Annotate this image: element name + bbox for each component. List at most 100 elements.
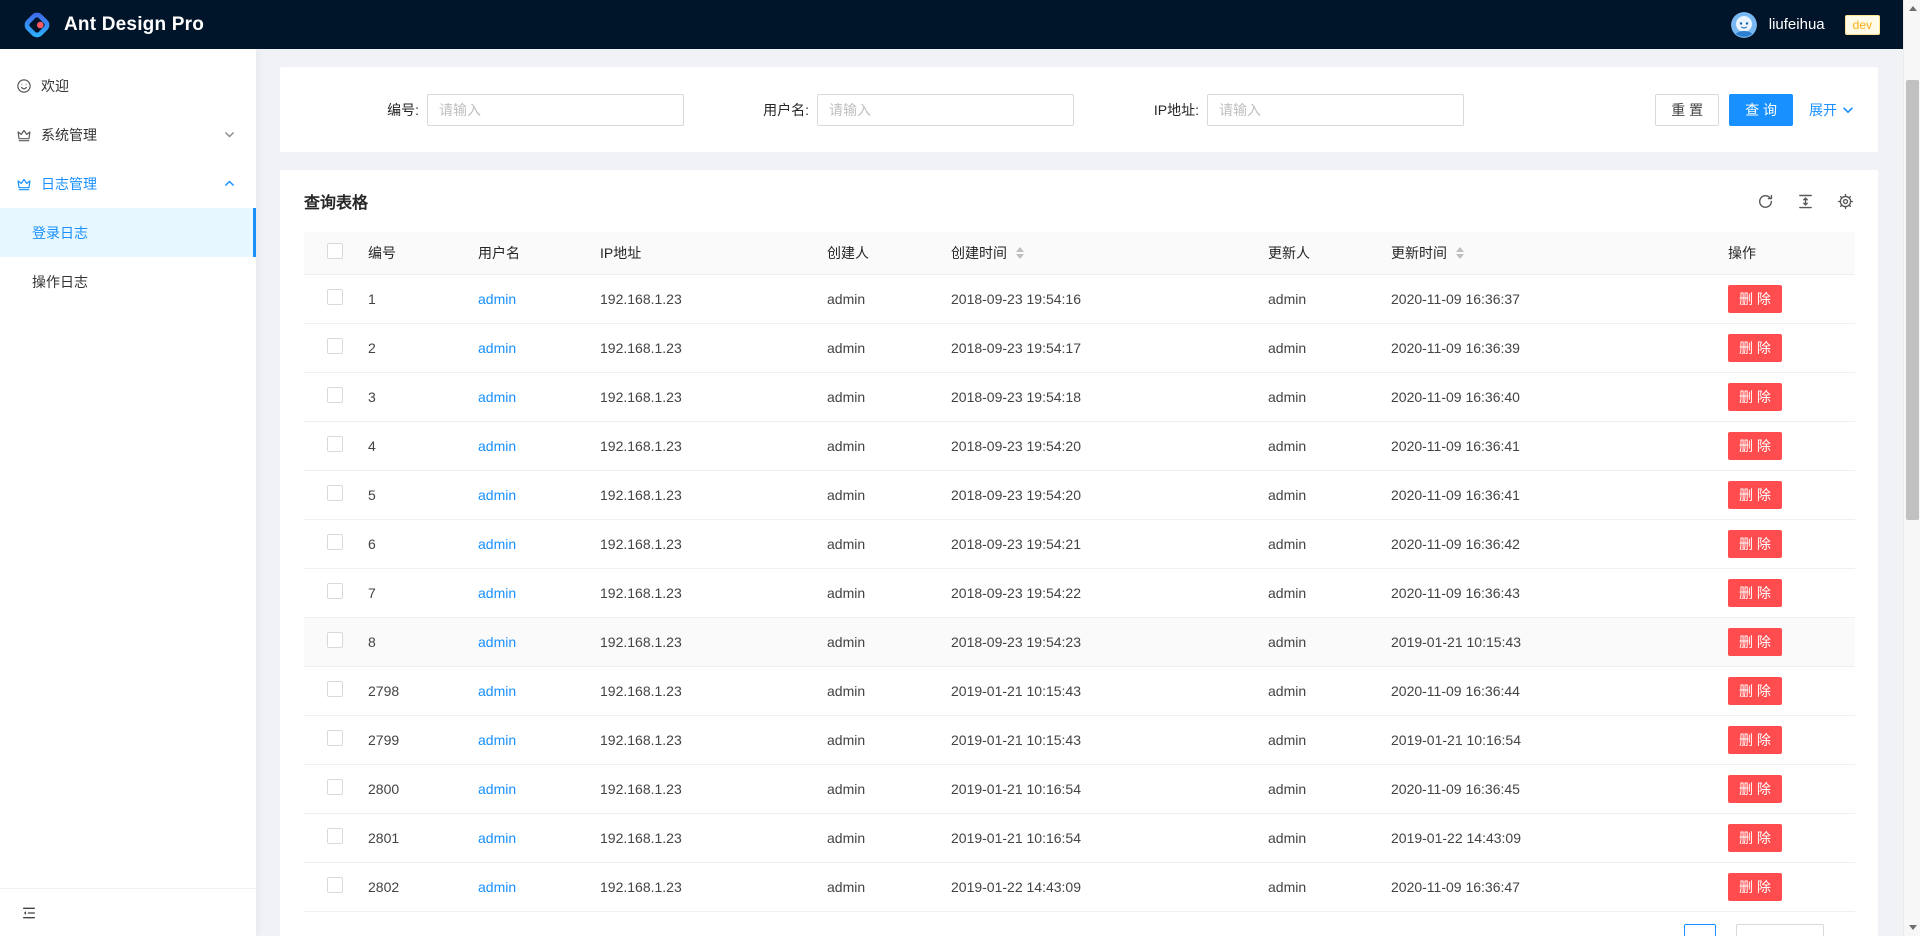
sidebar-subitem-login-log[interactable]: 登录日志: [0, 208, 256, 257]
username-input[interactable]: [817, 94, 1074, 126]
row-checkbox[interactable]: [327, 632, 343, 648]
cell-updated-time: 2019-01-22 14:43:09: [1375, 813, 1712, 862]
username-link[interactable]: admin: [478, 683, 516, 699]
column-header-ip: IP地址: [584, 232, 811, 274]
username-link[interactable]: admin: [478, 634, 516, 650]
field-username: 用户名:: [694, 94, 1084, 126]
expand-link[interactable]: 展开: [1809, 100, 1854, 120]
cell-updated-time: 2020-11-09 16:36:44: [1375, 666, 1712, 715]
scrollbar-down-arrow[interactable]: [1904, 919, 1920, 936]
cell-updater: admin: [1252, 274, 1375, 323]
menu-fold-icon[interactable]: [20, 904, 38, 922]
column-height-icon[interactable]: [1796, 192, 1814, 210]
column-header-creator: 创建人: [811, 232, 935, 274]
sidebar-item-log-management[interactable]: 日志管理: [0, 159, 256, 208]
row-checkbox[interactable]: [327, 338, 343, 354]
reload-icon[interactable]: [1756, 192, 1774, 210]
delete-button[interactable]: 删 除: [1728, 579, 1782, 607]
table-body: 1 admin 192.168.1.23 admin 2018-09-23 19…: [304, 274, 1855, 911]
query-button[interactable]: 查 询: [1729, 94, 1793, 126]
row-checkbox[interactable]: [327, 436, 343, 452]
table-header-row: 编号 用户名 IP地址 创建人 创建时间 更新人: [304, 232, 1855, 274]
table-row: 2801 admin 192.168.1.23 admin 2019-01-21…: [304, 813, 1855, 862]
table-row: 2799 admin 192.168.1.23 admin 2019-01-21…: [304, 715, 1855, 764]
header-username[interactable]: liufeihua: [1769, 16, 1825, 33]
delete-button[interactable]: 删 除: [1728, 285, 1782, 313]
id-input[interactable]: [427, 94, 684, 126]
username-link[interactable]: admin: [478, 781, 516, 797]
cell-id: 3: [352, 372, 462, 421]
username-link[interactable]: admin: [478, 536, 516, 552]
setting-icon[interactable]: [1836, 192, 1854, 210]
window-scrollbar[interactable]: [1903, 0, 1920, 936]
field-username-label: 用户名:: [763, 100, 809, 120]
column-header-updater: 更新人: [1252, 232, 1375, 274]
row-checkbox[interactable]: [327, 681, 343, 697]
user-avatar[interactable]: [1731, 12, 1757, 38]
select-all-checkbox[interactable]: [327, 243, 343, 259]
table-row: 2802 admin 192.168.1.23 admin 2019-01-22…: [304, 862, 1855, 911]
row-checkbox[interactable]: [327, 828, 343, 844]
delete-button[interactable]: 删 除: [1728, 383, 1782, 411]
delete-button[interactable]: 删 除: [1728, 334, 1782, 362]
delete-button[interactable]: 删 除: [1728, 775, 1782, 803]
scrollbar-up-arrow[interactable]: [1904, 0, 1920, 17]
pagination-current-page[interactable]: [1684, 924, 1716, 936]
scrollbar-thumb[interactable]: [1906, 80, 1919, 520]
cell-id: 8: [352, 617, 462, 666]
cell-updater: admin: [1252, 421, 1375, 470]
sort-carets-icon[interactable]: [1456, 247, 1464, 259]
username-link[interactable]: admin: [478, 291, 516, 307]
table-row: 8 admin 192.168.1.23 admin 2018-09-23 19…: [304, 617, 1855, 666]
delete-button[interactable]: 删 除: [1728, 873, 1782, 901]
username-link[interactable]: admin: [478, 389, 516, 405]
delete-button[interactable]: 删 除: [1728, 481, 1782, 509]
table-row: 2798 admin 192.168.1.23 admin 2019-01-21…: [304, 666, 1855, 715]
username-link[interactable]: admin: [478, 732, 516, 748]
delete-button[interactable]: 删 除: [1728, 677, 1782, 705]
row-checkbox[interactable]: [327, 779, 343, 795]
row-checkbox[interactable]: [327, 289, 343, 305]
field-id-label: 编号:: [387, 100, 419, 120]
username-link[interactable]: admin: [478, 879, 516, 895]
column-header-updated-time: 更新时间: [1375, 232, 1712, 274]
row-checkbox[interactable]: [327, 583, 343, 599]
cell-creator: admin: [811, 372, 935, 421]
sidebar: 欢迎 系统管理: [0, 49, 256, 936]
cell-creator: admin: [811, 568, 935, 617]
row-checkbox[interactable]: [327, 534, 343, 550]
username-link[interactable]: admin: [478, 438, 516, 454]
sort-carets-icon[interactable]: [1016, 247, 1024, 259]
cell-updated-time: 2020-11-09 16:36:47: [1375, 862, 1712, 911]
delete-button[interactable]: 删 除: [1728, 432, 1782, 460]
submenu-item-label: 登录日志: [32, 223, 88, 243]
sidebar-item-welcome[interactable]: 欢迎: [0, 61, 256, 110]
delete-button[interactable]: 删 除: [1728, 824, 1782, 852]
table-row: 5 admin 192.168.1.23 admin 2018-09-23 19…: [304, 470, 1855, 519]
reset-button[interactable]: 重 置: [1655, 94, 1719, 126]
cell-created-time: 2018-09-23 19:54:23: [935, 617, 1252, 666]
row-checkbox[interactable]: [327, 730, 343, 746]
username-link[interactable]: admin: [478, 487, 516, 503]
cell-creator: admin: [811, 715, 935, 764]
smile-icon: [16, 78, 32, 94]
delete-button[interactable]: 删 除: [1728, 628, 1782, 656]
cell-created-time: 2019-01-21 10:15:43: [935, 666, 1252, 715]
row-checkbox[interactable]: [327, 387, 343, 403]
page-size-select[interactable]: [1736, 924, 1824, 936]
cell-created-time: 2018-09-23 19:54:20: [935, 421, 1252, 470]
cell-creator: admin: [811, 813, 935, 862]
sidebar-item-system-management[interactable]: 系统管理: [0, 110, 256, 159]
row-checkbox[interactable]: [327, 877, 343, 893]
username-link[interactable]: admin: [478, 340, 516, 356]
sidebar-subitem-operation-log[interactable]: 操作日志: [0, 257, 256, 306]
username-link[interactable]: admin: [478, 830, 516, 846]
row-checkbox[interactable]: [327, 485, 343, 501]
delete-button[interactable]: 删 除: [1728, 726, 1782, 754]
logo[interactable]: Ant Design Pro: [22, 10, 204, 40]
username-link[interactable]: admin: [478, 585, 516, 601]
ip-input[interactable]: [1207, 94, 1464, 126]
submenu-item-label: 操作日志: [32, 272, 88, 292]
delete-button[interactable]: 删 除: [1728, 530, 1782, 558]
cell-updater: admin: [1252, 764, 1375, 813]
